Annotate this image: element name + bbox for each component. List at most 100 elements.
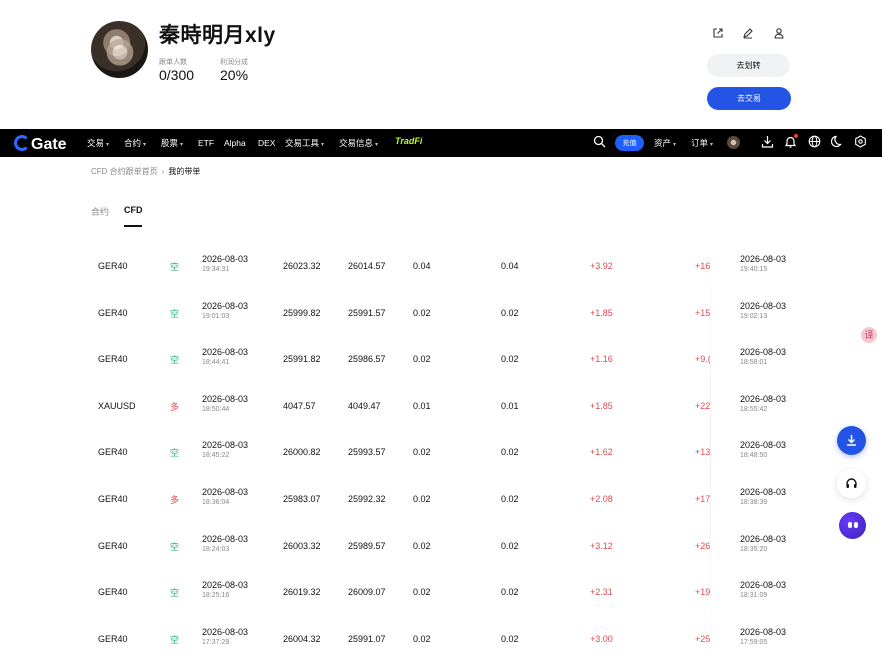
download-icon[interactable]: [759, 135, 775, 151]
transfer-button[interactable]: 去划转: [707, 54, 790, 77]
table-row: GER40 26019.32 26009.07 0.02 0.02 空 2026-08-03…: [0, 572, 882, 618]
breadcrumb-parent[interactable]: CFD 合约跟单首页: [91, 167, 158, 176]
symbol-cell: GER40: [98, 540, 128, 551]
open-date: 2026-08-03: [202, 393, 249, 404]
notification-dot: [794, 134, 798, 138]
side-badge: 多: [170, 401, 180, 412]
open-price-cell: 4047.57: [283, 400, 316, 411]
closed-quantity-cell: 0.01: [501, 400, 519, 411]
pnl-cell: +1.85: [590, 400, 613, 411]
open-date: 2026-08-03: [202, 580, 249, 591]
open-price-cell: 26004.32: [283, 633, 321, 644]
tab-cfd[interactable]: CFD: [124, 205, 143, 215]
closed-quantity-cell: 0.02: [501, 307, 519, 318]
table-row: GER40 26023.32 26014.57 0.04 0.04 空 2026-08-03…: [0, 246, 882, 292]
gate-logo[interactable]: Gate: [14, 135, 67, 153]
close-price-cell: 25991.57: [348, 307, 386, 318]
open-price-cell: 26003.32: [283, 540, 321, 551]
symbol-cell: GER40: [98, 261, 128, 271]
gate-logo-icon: [14, 135, 30, 151]
closed-quantity-cell: 0.02: [501, 354, 519, 365]
tradfi-link[interactable]: TradFi: [395, 136, 422, 146]
close-date: 2026-08-03: [740, 300, 787, 311]
search-icon[interactable]: [591, 135, 607, 151]
side-badge: 空: [170, 308, 180, 319]
close-time: 18:55:42: [740, 405, 768, 413]
nav-item-stocks[interactable]: 股票 ▾: [161, 137, 183, 151]
close-date: 2026-08-03: [740, 487, 787, 497]
nav-item-dex[interactable]: DEX: [258, 137, 275, 149]
nav-item-trade[interactable]: 交易 ▾: [87, 137, 109, 151]
profit-share-label: 利润分成: [220, 59, 248, 66]
ai-assistant-button[interactable]: [839, 512, 866, 539]
close-date: 2026-08-03: [740, 533, 787, 544]
pnl-cell: +3.12: [590, 540, 613, 551]
column-divider: [710, 228, 711, 672]
nav-item-trading-tools[interactable]: 交易工具 ▾: [285, 137, 324, 151]
side-badge: 多: [170, 495, 180, 505]
table-row: GER40 25983.07 25992.32 0.02 0.02 多 2026-08-03…: [0, 479, 882, 525]
recharge-button[interactable]: 充值: [615, 135, 644, 151]
open-price-cell: 26019.32: [283, 587, 321, 598]
open-price-cell: 25999.82: [283, 307, 321, 318]
pnl-cell: +3.92: [590, 261, 613, 271]
top-navbar: Gate 交易 ▾ 合约 ▾ 股票 ▾ ETF Alpha DEX 交易工具 ▾ 交易信…: [0, 129, 882, 157]
open-date: 2026-08-03: [202, 254, 249, 264]
chevron-down-icon: ▾: [710, 142, 714, 148]
nav-avatar[interactable]: [727, 136, 740, 149]
side-badge: 空: [170, 541, 180, 552]
open-time: 18:50:44: [202, 405, 230, 413]
translate-icon[interactable]: 译: [861, 327, 877, 343]
table-row: GER40 26000.82 25993.57 0.02 0.02 空 2026-08-03…: [0, 432, 882, 478]
close-price-cell: 4049.47: [348, 400, 381, 411]
moon-icon[interactable]: [829, 135, 845, 151]
symbol-cell: XAUUSD: [98, 400, 136, 411]
quantity-cell: 0.02: [413, 540, 431, 551]
close-price-cell: 25989.57: [348, 540, 386, 551]
nav-item-futures[interactable]: 合约 ▾: [124, 137, 146, 151]
close-time: 18:35:20: [740, 545, 768, 553]
side-badge: 空: [170, 355, 180, 366]
tab-futures[interactable]: 合约: [91, 205, 109, 218]
open-date: 2026-08-03: [202, 533, 249, 544]
close-time: 18:48:50: [740, 452, 768, 460]
quantity-cell: 0.02: [413, 354, 431, 365]
nav-item-assets[interactable]: 资产 ▾: [654, 137, 676, 151]
profile-name: 秦時明月xly: [159, 24, 276, 47]
download-app-button[interactable]: [837, 426, 866, 455]
support-headset-button[interactable]: [837, 469, 866, 498]
share-icon[interactable]: [712, 27, 724, 39]
settings-icon[interactable]: [852, 135, 868, 151]
user-icon[interactable]: [773, 27, 785, 39]
close-date: 2026-08-03: [740, 347, 787, 358]
pnl-cell: +1.16: [590, 354, 613, 365]
table-row: GER40 26003.32 25989.57 0.02 0.02 空 2026-08-03…: [0, 526, 882, 572]
chevron-down-icon: ▾: [106, 142, 110, 148]
closed-quantity-cell: 0.02: [501, 633, 519, 644]
nav-item-trading-info[interactable]: 交易信息 ▾: [339, 137, 378, 151]
side-badge: 空: [170, 634, 180, 645]
close-date: 2026-08-03: [740, 580, 787, 591]
profile-avatar: [91, 21, 148, 78]
breadcrumb-current: 我的带单: [168, 167, 201, 176]
close-time: 19:40:15: [740, 266, 768, 273]
close-date: 2026-08-03: [740, 393, 787, 404]
open-time: 19:01:03: [202, 312, 230, 320]
side-badge: 空: [170, 588, 180, 599]
side-badge: 空: [170, 262, 180, 272]
trade-button[interactable]: 去交易: [707, 87, 791, 110]
quantity-cell: 0.02: [413, 633, 431, 644]
nav-item-alpha[interactable]: Alpha: [224, 137, 246, 149]
globe-icon[interactable]: [806, 135, 822, 151]
open-time: 18:44:41: [202, 359, 230, 367]
chevron-down-icon: ▾: [673, 142, 677, 148]
roi-cell: +25: [695, 633, 710, 644]
close-price-cell: 25986.57: [348, 354, 386, 365]
pnl-cell: +2.31: [590, 587, 613, 598]
nav-item-etf[interactable]: ETF: [198, 137, 214, 149]
open-time: 18:25:16: [202, 592, 230, 600]
closed-quantity-cell: 0.02: [501, 587, 519, 598]
symbol-cell: GER40: [98, 354, 128, 365]
edit-icon[interactable]: [742, 27, 754, 39]
nav-item-orders[interactable]: 订单 ▾: [691, 137, 713, 151]
